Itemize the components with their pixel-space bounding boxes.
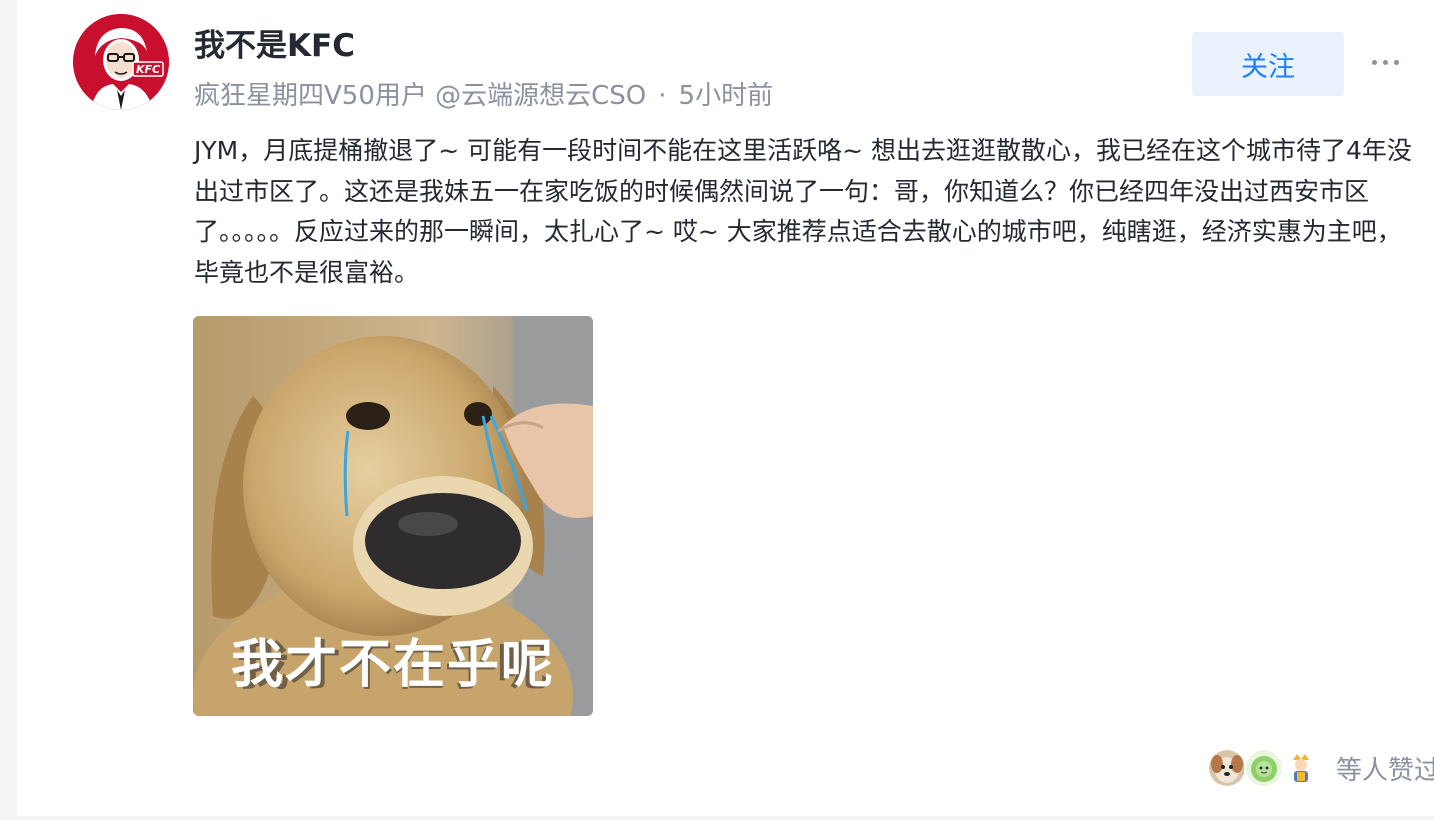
- post-content: JYM，月底提桶撤退了~ 可能有一段时间不能在这里活跃咯~ 想出去逛逛散散心，我…: [194, 136, 1412, 287]
- kfc-logo-avatar: KFC: [73, 14, 169, 110]
- follow-button[interactable]: 关注: [1192, 32, 1344, 96]
- liker-avatar-dog: [1207, 748, 1247, 788]
- post-time[interactable]: 5小时前: [679, 81, 774, 111]
- likes-summary[interactable]: 等人赞过: [1207, 748, 1434, 788]
- likes-text: 等人赞过: [1336, 755, 1434, 786]
- meta-separator: ·: [658, 81, 667, 111]
- kfc-logo-text: KFC: [136, 63, 160, 76]
- post-image[interactable]: 我才不在乎呢 我才不在乎呢: [193, 316, 593, 716]
- post-card: KFC 我不是KFC 疯狂星期四V50用户 @云端源想云CSO · 5小时前 关注 …: [17, 0, 1434, 816]
- liker-avatar-character: [1281, 748, 1321, 788]
- liker-avatar-cabbage: [1244, 748, 1284, 788]
- author-avatar[interactable]: KFC: [73, 14, 169, 110]
- more-dots-icon[interactable]: [1365, 42, 1405, 82]
- author-title: 疯狂星期四V50用户 @云端源想云CSO: [194, 81, 647, 111]
- author-name[interactable]: 我不是KFC: [194, 20, 355, 65]
- author-meta: 疯狂星期四V50用户 @云端源想云CSO · 5小时前: [194, 75, 773, 112]
- image-caption: 我才不在乎呢: [230, 635, 555, 695]
